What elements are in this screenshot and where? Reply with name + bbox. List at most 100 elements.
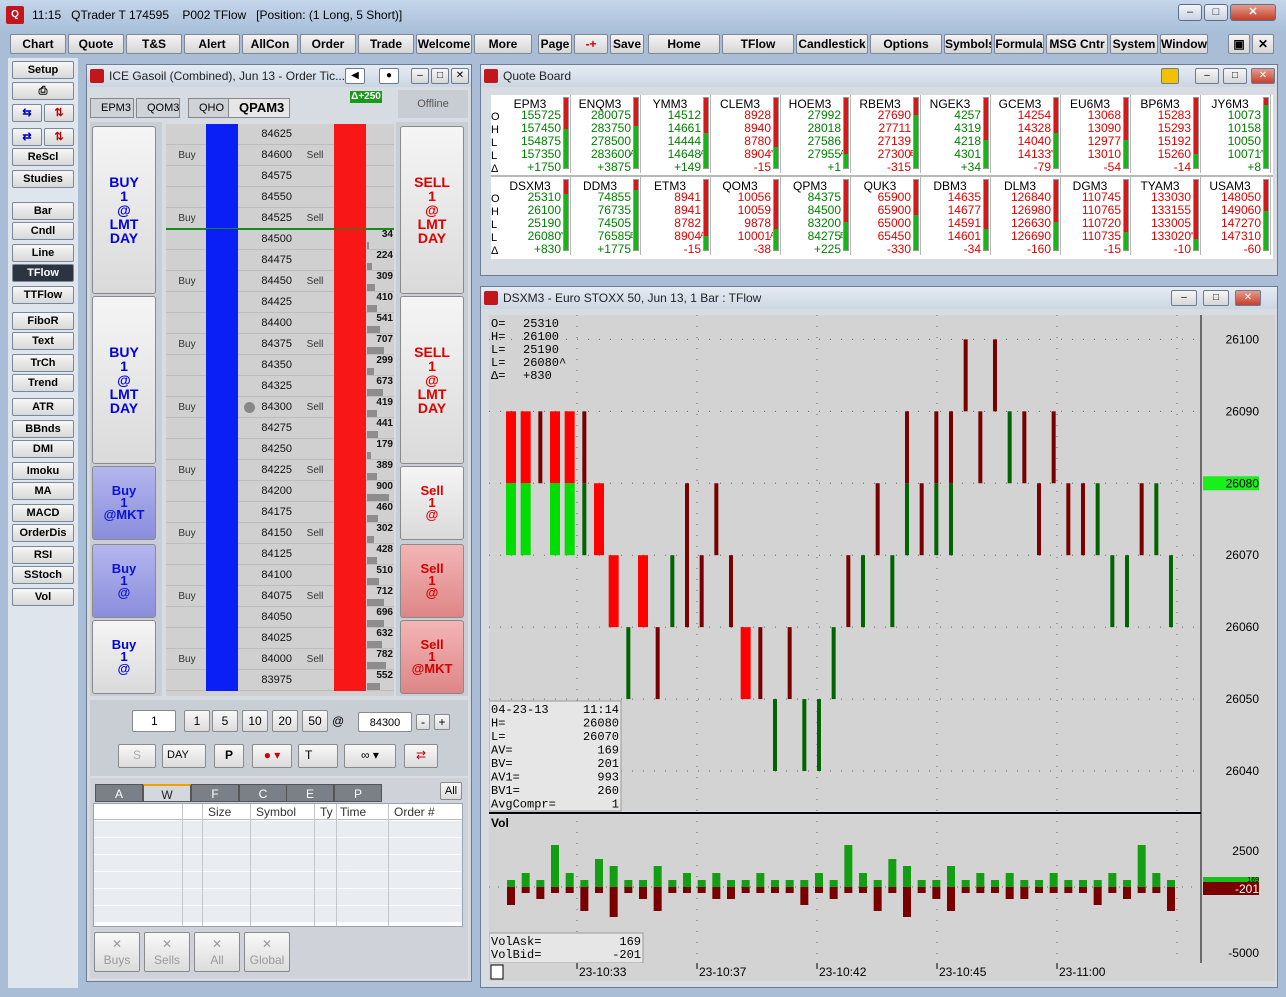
toolbar-options-button[interactable]: Options: [870, 34, 942, 54]
ladder-buy-cell[interactable]: Buy: [170, 208, 204, 229]
qty-preset-10-button[interactable]: 10: [242, 710, 268, 732]
toolbar-more-button[interactable]: More: [474, 34, 532, 54]
symbol-tab-qho[interactable]: QHO: [188, 98, 232, 118]
ladder-row[interactable]: Buy 84450 Sell 309: [166, 271, 394, 292]
ladder-row[interactable]: 84175 460: [166, 502, 394, 523]
ladder-sell-cell[interactable]: Sell: [298, 523, 332, 544]
buy-order-button[interactable]: Buy 1 @: [92, 620, 156, 694]
restore-icon[interactable]: ▣: [1228, 34, 1250, 54]
ladder-sell-cell[interactable]: Sell: [298, 649, 332, 670]
orders-tab-a[interactable]: A: [95, 784, 143, 802]
quote-cell-hoem3[interactable]: HOEM327992280182758627955+1A: [781, 95, 851, 174]
close-icon[interactable]: ✕: [1235, 290, 1261, 306]
toolbar-allcon-button[interactable]: AllCon: [242, 34, 298, 54]
toolbar-chart-button[interactable]: Chart: [10, 34, 66, 54]
price-input[interactable]: 84300: [358, 712, 412, 732]
quote-cell-rbem3[interactable]: RBEM327690277112713927300-315B: [851, 95, 921, 174]
ladder-row[interactable]: 84250 179: [166, 439, 394, 460]
ladder-row[interactable]: 84025 632: [166, 628, 394, 649]
tool-vol-button[interactable]: Vol: [12, 588, 74, 606]
swap-icon[interactable]: ⇄: [404, 744, 438, 768]
ladder-sell-cell[interactable]: Sell: [298, 334, 332, 355]
link-icon[interactable]: ∞ ▾: [344, 744, 396, 768]
orders-tab-c[interactable]: C: [239, 784, 287, 802]
cancel-all-button[interactable]: ✕ All: [194, 932, 240, 972]
toolbar-alert-button[interactable]: Alert: [184, 34, 240, 54]
cancel-buys-button[interactable]: ✕ Buys: [94, 932, 140, 972]
buy-order-button[interactable]: BUY 1 @ LMT DAY: [92, 296, 156, 464]
orders-row[interactable]: [94, 821, 462, 838]
ladder-buy-cell[interactable]: Buy: [170, 460, 204, 481]
ladder-row[interactable]: 84425 410: [166, 292, 394, 313]
ladder-row[interactable]: 84500 34: [166, 229, 394, 250]
orders-row[interactable]: [94, 906, 462, 923]
symbol-tab-epm3[interactable]: EPM3: [90, 98, 134, 118]
quote-cell-tyam3[interactable]: TYAM3 133030 133155 133005 133020 -10 ^: [1131, 177, 1201, 256]
sell-order-button[interactable]: Sell 1 @: [400, 466, 464, 540]
quote-cell-gcem3[interactable]: GCEM3 14254 14328 14040 14133 -79 ^: [991, 95, 1061, 174]
ladder-buy-cell[interactable]: Buy: [170, 145, 204, 166]
tool-text-button[interactable]: Text: [12, 332, 74, 350]
arrows-vertical-icon[interactable]: ⇅: [44, 104, 74, 122]
orders-row[interactable]: [94, 855, 462, 872]
toolbar-page-button[interactable]: Page: [538, 34, 572, 54]
print-icon[interactable]: ⎙: [12, 82, 74, 100]
ladder-buy-cell[interactable]: Buy: [170, 334, 204, 355]
tif-select[interactable]: DAY: [162, 744, 206, 768]
tool-macd-button[interactable]: MACD: [12, 504, 74, 522]
buy-order-button[interactable]: BUY 1 @ LMT DAY: [92, 126, 156, 294]
qty-preset-1-button[interactable]: 1: [184, 710, 210, 732]
toolbar-symbols-button[interactable]: Symbols: [944, 34, 992, 54]
paper-trade-icon[interactable]: P: [214, 744, 244, 768]
quote-cell-enqm3[interactable]: ENQM3280075283750278500283600+3875A: [571, 95, 641, 174]
symbol-tab-qom3[interactable]: QOM3: [136, 98, 180, 118]
ladder-row[interactable]: 84275 441: [166, 418, 394, 439]
ladder-row[interactable]: Buy 84525 Sell: [166, 208, 394, 230]
ladder-sell-cell[interactable]: Sell: [298, 145, 332, 166]
ladder-sell-cell[interactable]: Sell: [298, 397, 332, 418]
ladder-row[interactable]: Buy 84075 Sell 712: [166, 586, 394, 607]
ladder-row[interactable]: Buy 84225 Sell 389: [166, 460, 394, 481]
orders-row[interactable]: [94, 889, 462, 906]
ladder-row[interactable]: 84575: [166, 166, 394, 187]
ladder-sell-cell[interactable]: Sell: [298, 208, 332, 229]
quote-cell-dbm3[interactable]: DBM3 14635 14677 14591 14601 -34: [921, 177, 991, 256]
sell-order-button[interactable]: SELL 1 @ LMT DAY: [400, 296, 464, 464]
buy-order-button[interactable]: Buy 1 @: [92, 544, 156, 618]
ladder-row[interactable]: 84100 510: [166, 565, 394, 586]
order-type-select[interactable]: T: [298, 744, 338, 768]
minimize-icon[interactable]: –: [1178, 4, 1202, 21]
tool-fibor-button[interactable]: FiboR: [12, 312, 74, 330]
compress-horizontal-icon[interactable]: ⇄: [12, 128, 42, 146]
quantity-input[interactable]: 1: [132, 710, 176, 732]
toolbar-welcome-button[interactable]: Welcome: [416, 34, 472, 54]
orders-grid[interactable]: Size Symbol Ty Time Order #: [93, 803, 463, 927]
tool-orderdis-button[interactable]: OrderDis: [12, 524, 74, 542]
tool-line-button[interactable]: Line: [12, 244, 74, 262]
cancel-global-button[interactable]: ✕ Global: [244, 932, 290, 972]
quote-cell-ddm3[interactable]: DDM374855767357450576585+1775B: [571, 177, 641, 256]
quote-cell-clem3[interactable]: CLEM3 8928 8940 8780 8904 -15 ^: [711, 95, 781, 174]
close-icon[interactable]: ✕: [1230, 4, 1276, 21]
toolbar-quote-button[interactable]: Quote: [68, 34, 124, 54]
quote-cell-qom3[interactable]: QOM31005610059987810001-38A: [711, 177, 781, 256]
quote-cell-quk3[interactable]: QUK3 65900 65900 65000 65450 -330: [851, 177, 921, 256]
ladder-sell-cell[interactable]: Sell: [298, 460, 332, 481]
tool-dmi-button[interactable]: DMI: [12, 440, 74, 458]
quote-cell-bp6m3[interactable]: BP6M3 15283 15293 15192 15260 -14: [1131, 95, 1201, 174]
quote-cell-epm3[interactable]: EPM3 155725 157450 154875 157350 +1750: [501, 95, 571, 174]
ladder-row[interactable]: Buy 84375 Sell 707: [166, 334, 394, 355]
maximize-icon[interactable]: □: [1204, 4, 1228, 21]
minimize-icon[interactable]: –: [1171, 290, 1197, 306]
maximize-icon[interactable]: □: [1223, 68, 1247, 84]
toolbar-formula-button[interactable]: Formula: [994, 34, 1044, 54]
tool-tflow-button[interactable]: TFlow: [12, 264, 74, 282]
tool-ttflow-button[interactable]: TTFlow: [12, 286, 74, 304]
qty-preset-5-button[interactable]: 5: [212, 710, 238, 732]
record-icon[interactable]: ● ▾: [252, 744, 292, 768]
sell-order-button[interactable]: SELL 1 @ LMT DAY: [400, 126, 464, 294]
close-icon[interactable]: ✕: [1251, 68, 1275, 84]
quote-cell-jy6m3[interactable]: JY6M3 10073 10158 10050 10071 +8 ^: [1201, 95, 1271, 174]
compress-vertical-icon[interactable]: ⇅: [44, 128, 74, 146]
toolbar-window-button[interactable]: Window: [1160, 34, 1208, 54]
